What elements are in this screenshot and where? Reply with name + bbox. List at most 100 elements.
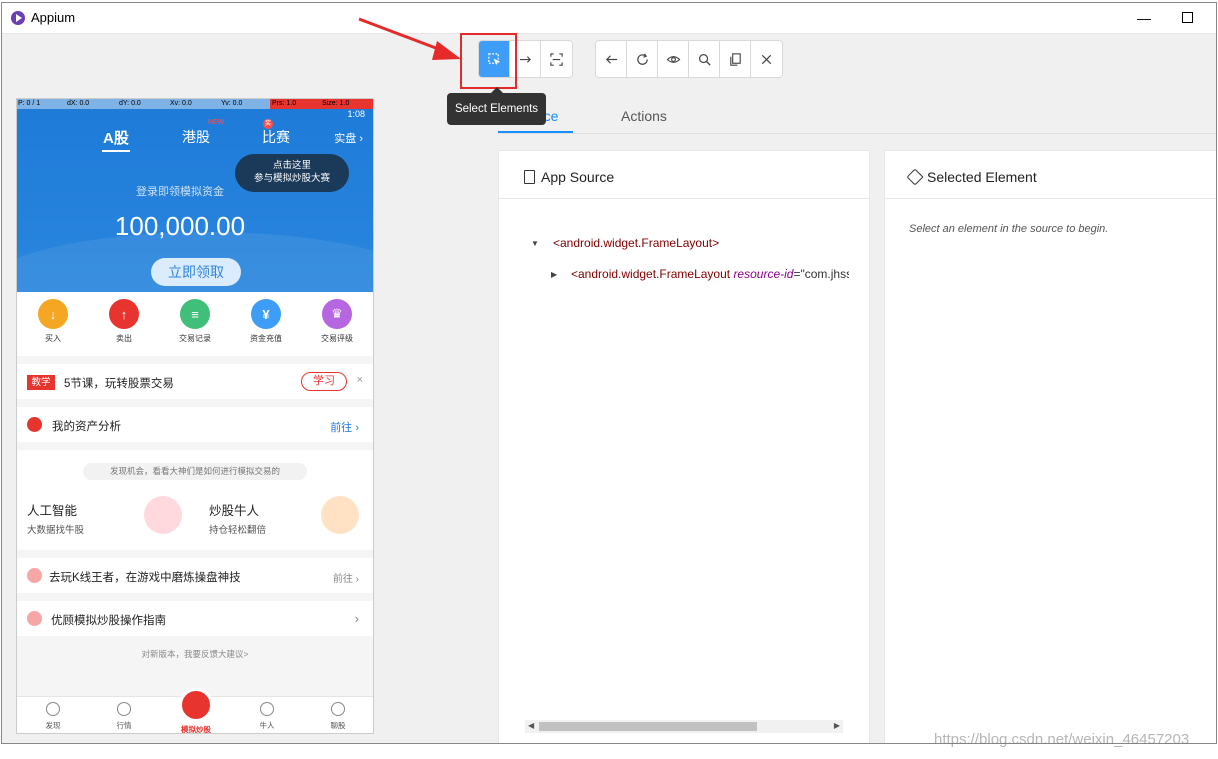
maximize-button[interactable]	[1182, 12, 1193, 23]
compass-icon	[27, 611, 42, 626]
search-button[interactable]	[689, 41, 720, 77]
scroll-left-icon[interactable]: ◀	[528, 721, 534, 730]
buy-icon: ↓	[38, 299, 68, 329]
nav-discover-label: 发现	[45, 721, 61, 730]
phone-header: 1:08 A股 港股 NEW 比赛 奖 实盘 › 点击这里 参与模拟炒股大赛 登…	[17, 109, 373, 352]
tab-contest[interactable]: 比赛	[262, 127, 290, 147]
prize-badge: 奖	[263, 119, 273, 129]
minimize-button[interactable]: —	[1136, 9, 1152, 27]
search-icon	[698, 53, 711, 66]
refresh-button[interactable]	[627, 41, 658, 77]
claim-button[interactable]: 立即领取	[151, 258, 241, 286]
swipe-by-coordinates-button[interactable]	[510, 41, 541, 77]
recharge-action[interactable]: ¥ 资金充值	[236, 299, 296, 344]
robot-avatar-icon	[144, 496, 182, 534]
experts-title[interactable]: 炒股牛人	[209, 500, 259, 519]
select-cursor-icon	[487, 52, 500, 65]
screen: Appium — P: 0 / 1 dX: 0.0 dY: 0.0 Xv: 0.…	[0, 0, 1218, 759]
lesson-tag: 教学	[27, 375, 55, 390]
tab-a-shares[interactable]: A股	[103, 127, 129, 148]
app-source-header: App Source	[499, 151, 869, 199]
back-button[interactable]	[596, 41, 627, 77]
login-subtitle: 登录即领模拟资金	[136, 186, 224, 198]
trend-nav-icon	[117, 702, 131, 716]
lesson-close-button[interactable]: ×	[357, 374, 363, 386]
nav-market-label: 行情	[116, 721, 132, 730]
scrollbar-thumb[interactable]	[539, 722, 757, 731]
scroll-right-icon[interactable]: ▶	[834, 721, 840, 730]
guide-chevron-icon[interactable]: ›	[355, 611, 359, 626]
experts-subtitle: 持仓轻松翻倍	[209, 525, 267, 536]
game-icon	[27, 568, 42, 583]
nav-market[interactable]: 行情	[99, 702, 149, 731]
nav-experts[interactable]: 牛人	[242, 702, 292, 731]
learn-button[interactable]: 学习	[301, 372, 347, 391]
file-icon	[524, 170, 535, 184]
nav-discover[interactable]: 发现	[28, 702, 78, 731]
kline-game-link[interactable]: 前往 ›	[333, 570, 359, 585]
trade-records-action[interactable]: ≡ 交易记录	[165, 299, 225, 344]
watermark: https://blog.csdn.net/weixin_46457203	[934, 731, 1190, 748]
wallet-icon: ¥	[251, 299, 281, 329]
asset-analysis-text: 我的资产分析	[52, 421, 121, 433]
asset-go-link[interactable]: 前往 ›	[330, 419, 359, 435]
discover-card: 发现机会，看看大神们是如何进行模拟交易的 人工智能 大数据找牛股 炒股牛人 持仓…	[17, 450, 373, 550]
app-source-title: App Source	[541, 169, 615, 185]
selected-element-header: Selected Element	[885, 151, 1216, 199]
buy-action[interactable]: ↓ 买入	[23, 299, 83, 344]
pointer-info-p: P: 0 / 1	[18, 100, 41, 107]
inspector-toolbar	[2, 34, 1216, 84]
active-tab-underline	[102, 150, 130, 152]
select-elements-button[interactable]	[479, 41, 510, 77]
nav-chat-label: 聊股	[330, 721, 346, 730]
tab-hk-shares[interactable]: 港股	[182, 127, 210, 147]
title-bar: Appium —	[2, 3, 1216, 34]
kline-game-text: 去玩K线王者，在游戏中磨炼操盘神技	[49, 572, 241, 584]
selected-element-panel: Selected Element Select an element in th…	[884, 150, 1216, 743]
device-screenshot[interactable]: P: 0 / 1 dX: 0.0 dY: 0.0 Xv: 0.0 Yv: 0.0…	[16, 98, 374, 734]
sell-action[interactable]: ↑ 卖出	[94, 299, 154, 344]
refresh-icon	[636, 53, 648, 65]
rating-action[interactable]: ♛ 交易评级	[307, 299, 367, 344]
caret-right-icon[interactable]: ▶	[551, 270, 557, 279]
pointer-info-xv: Xv: 0.0	[170, 100, 192, 107]
selected-element-title: Selected Element	[927, 169, 1037, 185]
quick-actions-row: ↓ 买入 ↑ 卖出 ≡ 交易记录 ¥ 资金充值 ♛ 交易评级	[17, 292, 373, 356]
pointer-info-yv: Yv: 0.0	[221, 100, 243, 107]
person-nav-icon	[260, 702, 274, 716]
crown-icon: ♛	[322, 299, 352, 329]
caret-down-icon[interactable]: ▼	[531, 239, 539, 248]
sell-label: 卖出	[116, 334, 132, 343]
asset-analysis-card[interactable]: 我的资产分析 前往 ›	[17, 407, 373, 442]
tree-node-root[interactable]: <android.widget.FrameLayout>	[553, 236, 719, 250]
real-trade-link[interactable]: 实盘 ›	[334, 130, 363, 146]
nav-sim-trade-label: 模拟炒股	[181, 725, 211, 734]
horizontal-scrollbar[interactable]: ◀ ▶	[525, 720, 843, 733]
chat-nav-icon	[331, 702, 345, 716]
kline-game-card[interactable]: 去玩K线王者，在游戏中磨炼操盘神技 前往 ›	[17, 558, 373, 593]
select-elements-tooltip: Select Elements	[447, 87, 546, 125]
show-attributes-button[interactable]	[658, 41, 689, 77]
eye-icon	[666, 55, 680, 63]
child-attr-name: resource-id	[733, 267, 794, 281]
lesson-card[interactable]: 教学 5节课，玩转股票交易 学习 ×	[17, 364, 373, 399]
pointer-info-dy: dY: 0.0	[119, 100, 141, 107]
nav-chat[interactable]: 聊股	[313, 702, 363, 731]
tab-actions[interactable]: Actions	[621, 108, 667, 124]
guide-card[interactable]: 优顾模拟炒股操作指南 ›	[17, 601, 373, 636]
quit-session-button[interactable]	[751, 41, 782, 77]
active-tab-indicator	[498, 131, 573, 133]
child-tag: <android.widget.FrameLayout	[571, 267, 731, 281]
guide-text: 优顾模拟炒股操作指南	[51, 615, 166, 627]
sell-icon: ↑	[109, 299, 139, 329]
sim-trade-nav-icon[interactable]	[179, 688, 213, 722]
ai-subtitle: 大数据找牛股	[27, 525, 85, 536]
tap-by-coordinates-button[interactable]	[541, 41, 572, 77]
ai-title[interactable]: 人工智能	[27, 500, 77, 519]
window-title: Appium	[31, 10, 76, 25]
tree-node-child[interactable]: <android.widget.FrameLayout resource-id=…	[571, 267, 849, 281]
feedback-link[interactable]: 对新版本，我要反馈大建议>	[17, 648, 373, 660]
pointer-info-prs: Prs: 1.0	[270, 99, 320, 109]
tag-icon	[906, 168, 924, 186]
copy-xml-button[interactable]	[720, 41, 751, 77]
